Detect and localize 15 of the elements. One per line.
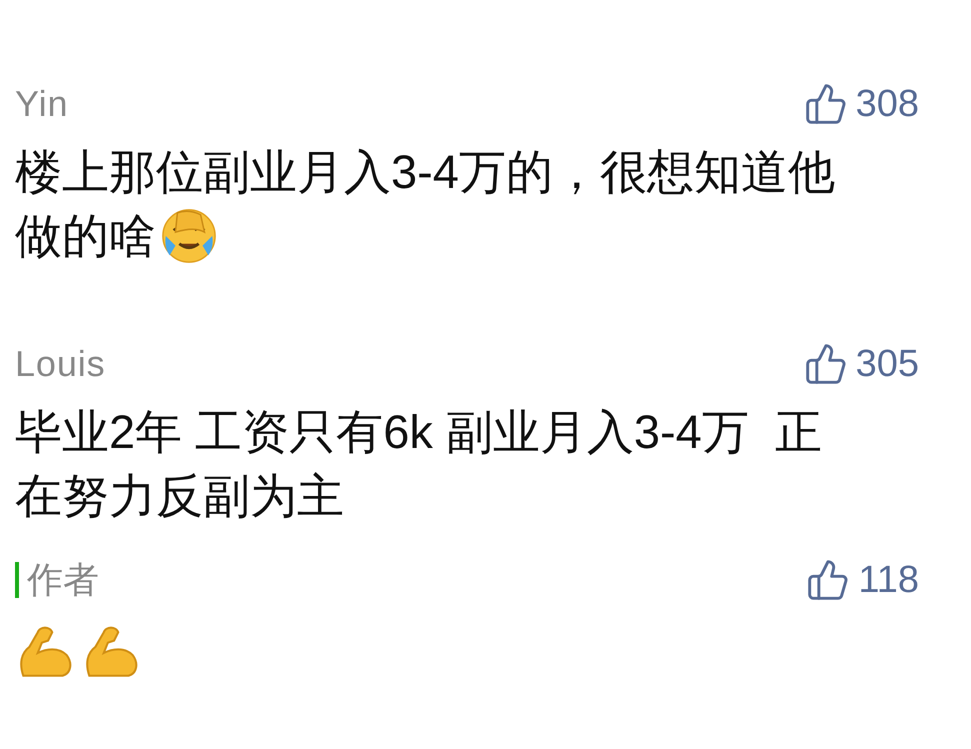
comment-text: 在努力反副为主	[15, 468, 344, 524]
comment-text: 做的啥	[15, 208, 156, 264]
user-name[interactable]: Yin	[15, 77, 68, 131]
like-count: 305	[856, 345, 919, 383]
author-marker	[15, 562, 19, 598]
like-count: 308	[856, 85, 919, 123]
user-name[interactable]: Louis	[15, 337, 106, 391]
comment-text: 楼上那位副业月入3-4万的，很想知道他	[15, 144, 835, 200]
crying-face-icon	[160, 207, 218, 265]
comment-text: 毕业2年 工资只有6k 副业月入3-4万 正	[15, 404, 822, 460]
thumbs-up-icon[interactable]	[804, 82, 848, 126]
author-label: 作者	[27, 558, 99, 602]
like-count: 118	[858, 561, 919, 599]
thumbs-up-icon[interactable]	[804, 342, 848, 386]
thumbs-up-icon[interactable]	[806, 558, 850, 602]
